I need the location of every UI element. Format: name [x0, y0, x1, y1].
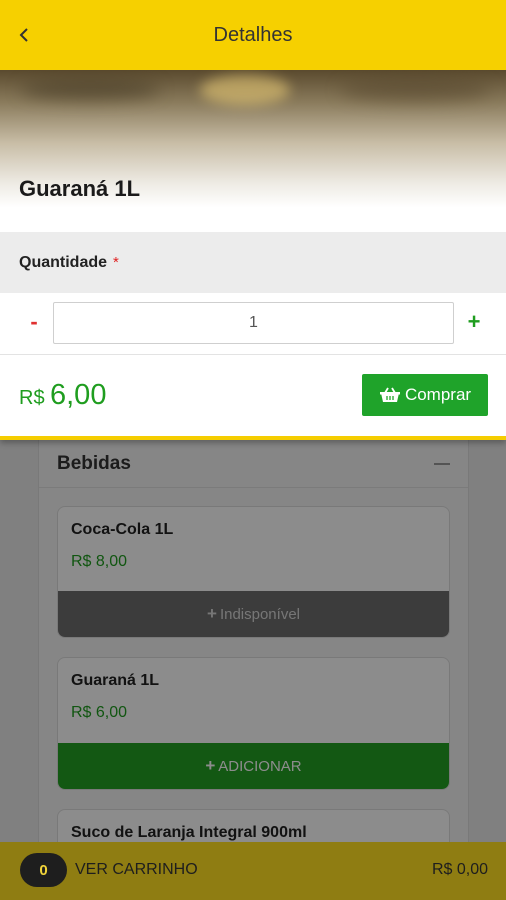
quantity-label-bar: Quantidade *: [0, 232, 506, 293]
cart-count-badge: 0: [20, 853, 67, 887]
page-title: Detalhes: [213, 23, 293, 46]
top-app-bar: Detalhes: [0, 0, 506, 70]
buy-label: Comprar: [404, 385, 472, 404]
price-value: 6,00: [50, 379, 107, 411]
basket-icon: [379, 387, 400, 402]
buy-button[interactable]: Comprar: [362, 374, 488, 416]
quantity-stepper: - +: [0, 293, 506, 355]
product-title: Guaraná 1L: [19, 176, 141, 201]
increment-button[interactable]: +: [464, 311, 484, 333]
price-currency: R$: [19, 387, 45, 409]
price-row: R$ 6,00 Comprar: [0, 355, 506, 435]
product-image: Guaraná 1L: [0, 70, 506, 232]
quantity-input[interactable]: [53, 302, 454, 344]
view-cart-label[interactable]: VER CARRINHO: [75, 861, 198, 879]
required-indicator: *: [113, 254, 119, 271]
cart-total: R$ 0,00: [431, 861, 488, 878]
cart-bar[interactable]: 0 VER CARRINHO R$ 0,00: [0, 842, 506, 900]
chevron-left-icon[interactable]: [14, 24, 34, 46]
quantity-label: Quantidade: [19, 253, 108, 271]
decrement-button[interactable]: -: [27, 311, 41, 333]
product-details-modal: Detalhes Guaraná 1L Quantidade * - + R$ …: [0, 0, 506, 440]
